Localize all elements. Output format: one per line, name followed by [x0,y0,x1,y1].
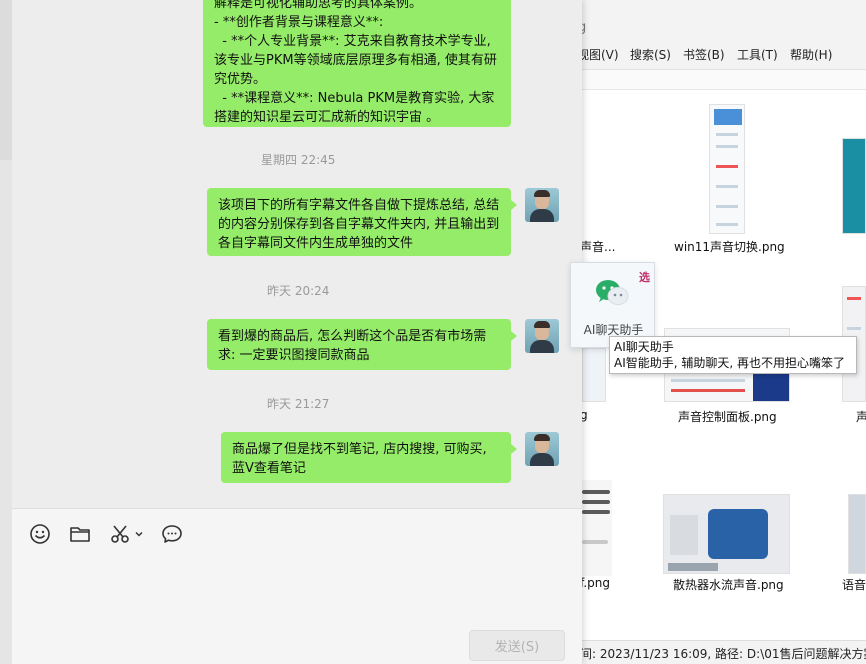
file-label-left-bottom[interactable]: f.png [580,576,610,590]
file-label-right-bottom[interactable]: 语音 [842,576,866,593]
avatar-body [530,340,554,353]
message-bubble[interactable]: 解释是可视化辅助思考的具体案例。 - **创作者背景与课程意义**: - **个… [203,0,511,127]
file-label-right-mid[interactable]: 声 [856,408,866,425]
avatar-body [530,453,554,466]
tooltip-title: AI聊天助手 [614,340,674,354]
file-thumbnail-left-mid[interactable] [582,348,606,402]
tooltip-description: AI智能助手, 辅助聊天, 再也不用担心嘴笨了 [614,356,846,370]
message-timestamp: 星期四 22:45 [261,153,336,167]
thumb-decoration [671,389,745,392]
app-card-badge: 选 [639,271,650,284]
avatar[interactable] [525,319,559,353]
send-button[interactable]: 发送(S) [469,630,565,661]
avatar-hair [534,321,550,328]
thumb-decoration [716,223,738,226]
file-thumbnail-cooler[interactable] [663,494,790,574]
ai-assistant-tooltip: AI聊天助手 AI智能助手, 辅助聊天, 再也不用担心嘴笨了 [609,336,857,374]
scissors-icon[interactable] [109,523,131,545]
message-bubble[interactable]: 该项目下的所有字幕文件各自做下提炼总结, 总结的内容分别保存到各自字幕文件夹内,… [207,188,517,256]
message-bubble[interactable]: 看到爆的商品后, 怎么判断这个品是否有市场需求: 一定要识图搜同款商品 [207,319,517,370]
thumb-decoration [716,205,738,208]
avatar-body [530,209,554,222]
wechat-logo-icon [593,277,633,309]
thumb-decoration [582,510,610,514]
file-label-cooler[interactable]: 散热器水流声音.png [673,576,784,593]
message-bubble[interactable]: 商品爆了但是找不到笔记, 店内搜搜, 可购买, 蓝V查看笔记 [221,432,517,483]
message-list[interactable]: 解释是可视化辅助思考的具体案例。 - **创作者背景与课程意义**: - **个… [12,0,582,508]
thumb-decoration [708,509,768,559]
avatar[interactable] [525,432,559,466]
thumb-decoration [716,165,738,168]
smiley-icon[interactable] [29,523,51,545]
thumb-decoration [716,185,738,188]
thumb-decoration [847,297,861,300]
thumb-decoration [582,540,608,544]
thumb-decoration [582,490,610,494]
folder-icon[interactable] [69,523,91,545]
file-thumbnail-win11[interactable] [709,104,745,234]
chat-left-strip-top [0,0,12,160]
avatar-hair [534,190,550,197]
message-timestamp: 昨天 20:24 [267,284,330,298]
thumb-decoration [716,145,738,148]
file-thumbnail-right-top[interactable] [842,138,866,234]
menu-help[interactable]: 帮助(H) [790,46,832,63]
thumb-decoration [716,133,738,136]
message-timestamp: 昨天 21:27 [267,397,330,411]
file-label-win11[interactable]: win11声音切换.png [674,238,785,255]
thumb-decoration [671,379,745,382]
file-thumbnail-right-bottom[interactable] [848,494,866,574]
menu-view[interactable]: 视图(V) [577,46,619,63]
chevron-down-icon[interactable] [133,523,145,545]
thumb-decoration [847,327,861,330]
thumb-decoration [668,563,718,571]
chat-bubble-icon[interactable] [161,523,183,545]
file-label-sound-panel[interactable]: 声音控制面板.png [678,408,777,425]
thumb-decoration [582,500,610,504]
message-input-area[interactable]: 发送(S) [12,508,582,664]
wechat-chat-window: 解释是可视化辅助思考的具体案例。 - **创作者背景与课程意义**: - **个… [0,0,582,664]
status-text: 间: 2023/11/23 16:09, 路径: D:\01售后问题解决方案 [580,647,866,661]
avatar[interactable] [525,188,559,222]
file-label-left-top[interactable]: 声音... [580,238,615,255]
thumb-decoration [670,515,698,555]
menu-tools[interactable]: 工具(T) [737,46,778,63]
avatar-hair [534,434,550,441]
thumb-decoration [714,109,742,125]
menu-bookmarks[interactable]: 书签(B) [683,46,725,63]
file-thumbnail-cables[interactable] [582,480,612,576]
menu-search[interactable]: 搜索(S) [630,46,671,63]
